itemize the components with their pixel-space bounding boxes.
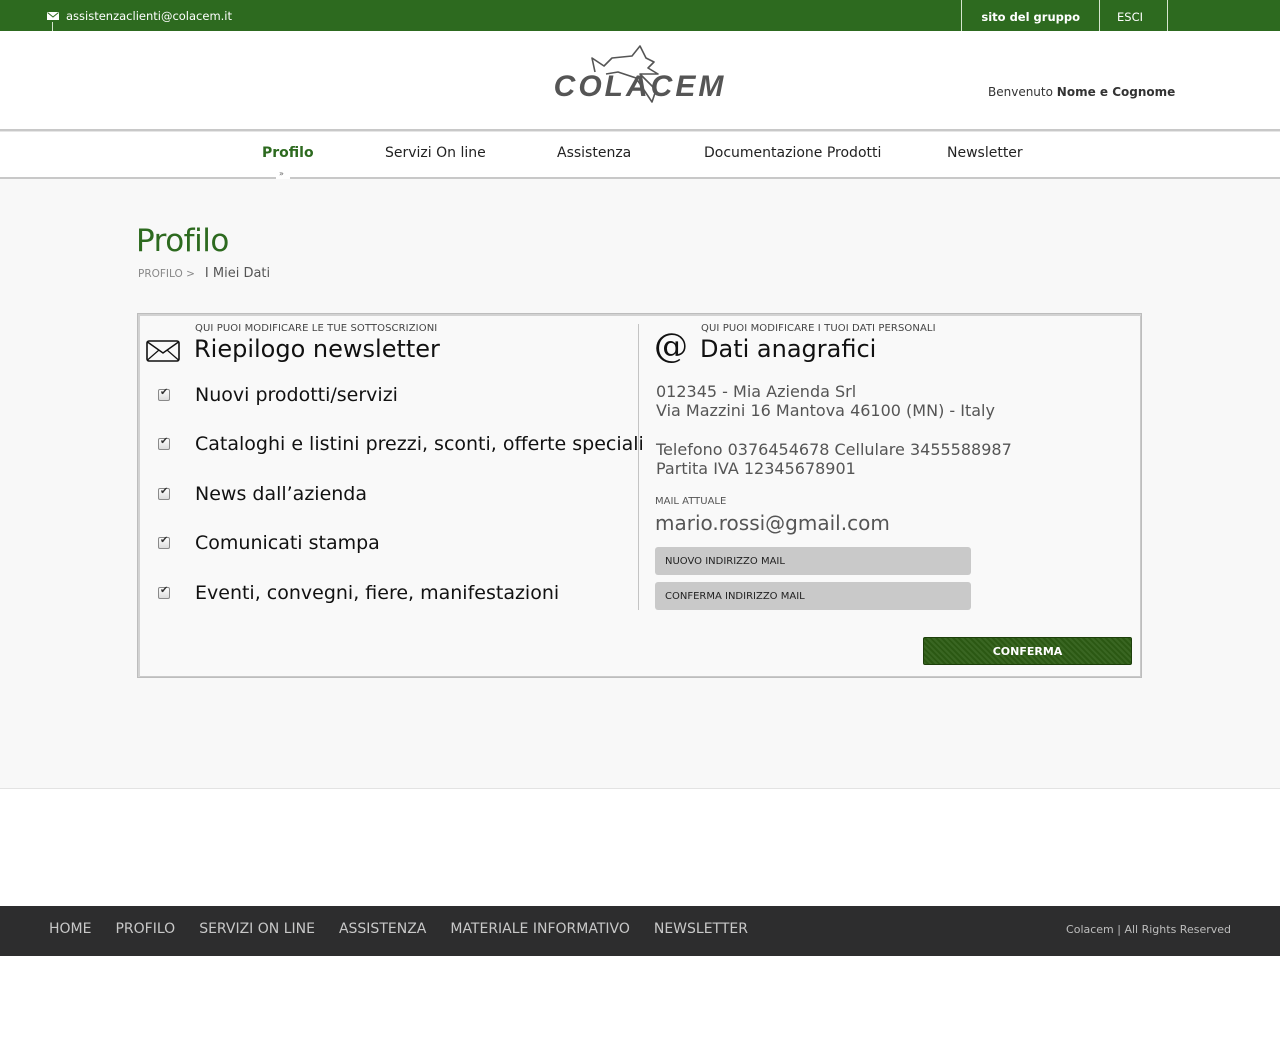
- company-phones: Telefono 0376454678 Cellulare 3455588987: [656, 440, 1012, 459]
- logout-link[interactable]: ESCI: [1099, 0, 1168, 31]
- company-code-name: 012345 - Mia Azienda Srl: [656, 382, 857, 401]
- main-content: Profilo PROFILO > I Miei Dati QUI PUOI M…: [0, 179, 1280, 789]
- page-title: Profilo: [136, 223, 229, 259]
- welcome-prefix: Benvenuto: [988, 85, 1053, 99]
- colacem-logo[interactable]: COLACEM: [540, 44, 740, 104]
- newsletter-checkbox[interactable]: [158, 486, 170, 500]
- company-address: Via Mazzini 16 Mantova 46100 (MN) - Ital…: [656, 401, 995, 420]
- main-nav: Profilo Servizi On line Assistenza Docum…: [0, 129, 1280, 181]
- newsletter-option-label: News dall’azienda: [195, 483, 368, 505]
- nav-item-servizi-online[interactable]: Servizi On line: [385, 145, 486, 161]
- footer: HOME PROFILO SERVIZI ON LINE ASSISTENZA …: [0, 906, 1280, 956]
- copyright: Colacem | All Rights Reserved: [1066, 923, 1231, 936]
- new-email-input[interactable]: [655, 547, 971, 575]
- envelope-icon: [47, 12, 59, 20]
- newsletter-option-label: Eventi, convegni, fiere, manifestazioni: [195, 582, 560, 604]
- footer-link-assistenza[interactable]: ASSISTENZA: [339, 921, 426, 937]
- newsletter-checkbox[interactable]: [158, 387, 170, 401]
- footer-link-home[interactable]: HOME: [49, 921, 91, 937]
- nav-item-assistenza[interactable]: Assistenza: [557, 145, 631, 161]
- top-links: sito del gruppo ESCI: [961, 0, 1168, 31]
- newsletter-checkbox[interactable]: [158, 535, 170, 549]
- header: COLACEM Benvenuto Nome e Cognome: [0, 31, 1280, 129]
- newsletter-title: Riepilogo newsletter: [194, 335, 440, 363]
- confirm-button[interactable]: CONFERMA: [923, 637, 1132, 665]
- current-mail-value: mario.rossi@gmail.com: [655, 511, 890, 535]
- divider: [52, 22, 53, 31]
- newsletter-checkbox[interactable]: [158, 436, 170, 450]
- group-site-link[interactable]: sito del gruppo: [961, 0, 1099, 31]
- top-bar: assistenzaclienti@colacem.it sito del gr…: [0, 0, 1280, 31]
- confirm-email-input[interactable]: [655, 582, 971, 610]
- contact-email-text: assistenzaclienti@colacem.it: [66, 9, 233, 23]
- newsletter-option[interactable]: News dall’azienda: [158, 483, 367, 505]
- breadcrumb: PROFILO > I Miei Dati: [138, 266, 270, 281]
- newsletter-option-label: Nuovi prodotti/servizi: [195, 384, 398, 406]
- column-divider: [638, 324, 639, 610]
- newsletter-option[interactable]: Nuovi prodotti/servizi: [158, 384, 398, 406]
- footer-link-servizi-online[interactable]: SERVIZI ON LINE: [199, 921, 315, 937]
- newsletter-option-label: Comunicati stampa: [195, 532, 380, 554]
- breadcrumb-root[interactable]: PROFILO >: [138, 268, 195, 280]
- nav-item-newsletter[interactable]: Newsletter: [947, 145, 1023, 161]
- chevron-down-icon: »: [279, 169, 284, 178]
- nav-item-profilo[interactable]: Profilo: [262, 145, 314, 161]
- newsletter-subtitle: QUI PUOI MODIFICARE LE TUE SOTTOSCRIZION…: [195, 323, 438, 334]
- at-sign-icon: @: [654, 326, 688, 366]
- profile-panel: QUI PUOI MODIFICARE LE TUE SOTTOSCRIZION…: [137, 313, 1142, 678]
- newsletter-option[interactable]: Eventi, convegni, fiere, manifestazioni: [158, 582, 559, 604]
- user-name[interactable]: Nome e Cognome: [1057, 85, 1176, 99]
- welcome-message: Benvenuto Nome e Cognome: [988, 85, 1175, 99]
- breadcrumb-current: I Miei Dati: [204, 266, 271, 281]
- nav-item-documentazione-prodotti[interactable]: Documentazione Prodotti: [704, 145, 881, 161]
- company-vat: Partita IVA 12345678901: [656, 459, 856, 478]
- svg-text:COLACEM: COLACEM: [554, 70, 727, 103]
- newsletter-option-label: Cataloghi e listini prezzi, sconti, offe…: [195, 433, 644, 455]
- anagrafica-subtitle: QUI PUOI MODIFICARE I TUOI DATI PERSONAL…: [701, 323, 936, 334]
- footer-link-newsletter[interactable]: NEWSLETTER: [654, 921, 748, 937]
- contact-email[interactable]: assistenzaclienti@colacem.it: [47, 9, 232, 23]
- newsletter-option[interactable]: Cataloghi e listini prezzi, sconti, offe…: [158, 433, 644, 455]
- newsletter-checkbox[interactable]: [158, 585, 170, 599]
- newsletter-option[interactable]: Comunicati stampa: [158, 532, 380, 554]
- footer-link-profilo[interactable]: PROFILO: [115, 921, 175, 937]
- anagrafica-title: Dati anagrafici: [700, 335, 877, 363]
- footer-link-materiale-informativo[interactable]: MATERIALE INFORMATIVO: [450, 921, 630, 937]
- envelope-icon: [146, 340, 180, 362]
- current-mail-label: MAIL ATTUALE: [655, 496, 727, 507]
